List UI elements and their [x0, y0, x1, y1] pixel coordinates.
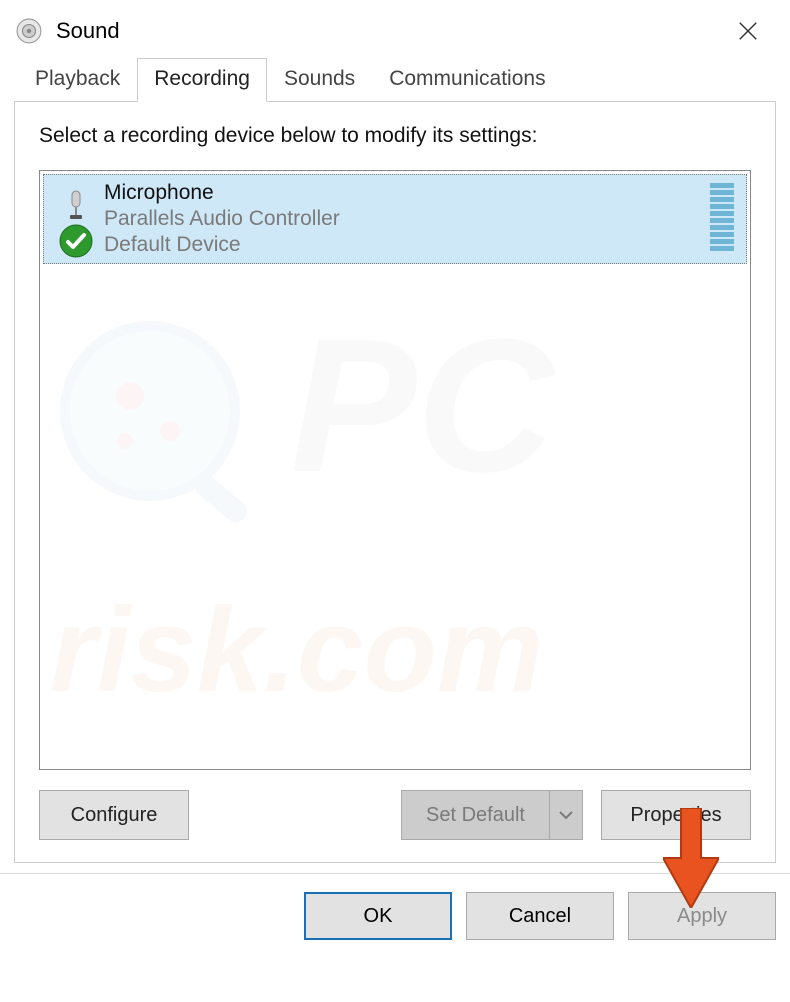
microphone-icon	[64, 189, 88, 223]
device-status: Default Device	[104, 233, 710, 257]
tab-communications[interactable]: Communications	[372, 58, 562, 101]
cancel-button[interactable]: Cancel	[466, 892, 614, 940]
set-default-dropdown[interactable]	[549, 790, 583, 840]
close-button[interactable]	[718, 10, 778, 52]
panel-button-row: Configure Set Default Properties	[39, 790, 751, 840]
recording-panel: Select a recording device below to modif…	[14, 101, 776, 863]
sound-icon	[16, 18, 42, 44]
device-text: Microphone Parallels Audio Controller De…	[100, 181, 710, 257]
device-item-microphone[interactable]: Microphone Parallels Audio Controller De…	[43, 174, 747, 264]
chevron-down-icon	[559, 810, 573, 820]
svg-text:PC: PC	[290, 301, 557, 512]
window-title: Sound	[56, 18, 120, 44]
properties-button[interactable]: Properties	[601, 790, 751, 840]
tab-playback[interactable]: Playback	[18, 58, 137, 101]
device-list[interactable]: PC risk.com Microphone Parallels Audio C…	[39, 170, 751, 770]
device-description: Parallels Audio Controller	[104, 207, 710, 231]
apply-button[interactable]: Apply	[628, 892, 776, 940]
set-default-split-button: Set Default	[401, 790, 583, 840]
device-name: Microphone	[104, 181, 710, 205]
title-bar: Sound	[0, 0, 790, 58]
default-check-icon	[58, 223, 94, 259]
tab-strip: Playback Recording Sounds Communications	[0, 58, 790, 101]
ok-button[interactable]: OK	[304, 892, 452, 940]
watermark: PC risk.com	[39, 301, 751, 751]
dialog-button-row: OK Cancel Apply	[0, 873, 790, 940]
tab-sounds[interactable]: Sounds	[267, 58, 372, 101]
tab-recording[interactable]: Recording	[137, 58, 267, 102]
device-icon	[52, 181, 100, 223]
svg-text:risk.com: risk.com	[50, 583, 544, 717]
level-meter	[710, 183, 734, 251]
instruction-text: Select a recording device below to modif…	[39, 124, 751, 148]
configure-button[interactable]: Configure	[39, 790, 189, 840]
set-default-button[interactable]: Set Default	[401, 790, 549, 840]
